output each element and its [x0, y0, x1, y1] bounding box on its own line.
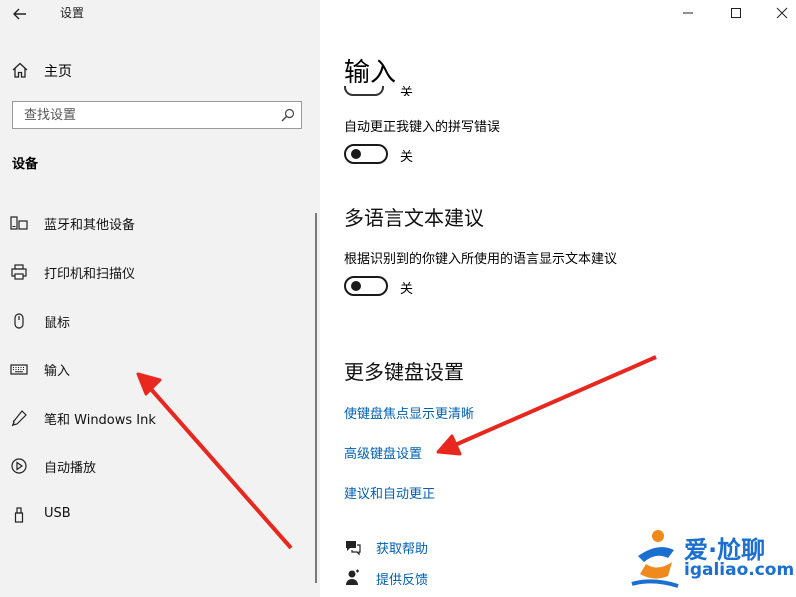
watermark-logo-icon [631, 530, 679, 588]
search-input[interactable] [13, 102, 274, 128]
keyboard-focus-link[interactable]: 使键盘焦点显示更清晰 [344, 403, 474, 422]
minimize-icon [683, 12, 693, 14]
app-title: 设置 [60, 6, 85, 20]
minimize-button[interactable] [668, 0, 708, 26]
mouse-icon [14, 313, 24, 329]
sidebar-item-label: 主页 [44, 64, 72, 80]
sidebar-item-bluetooth[interactable]: 蓝牙和其他设备 [0, 206, 312, 240]
multilingual-label: 根据识别到的你键入所使用的语言显示文本建议 [344, 252, 618, 267]
sidebar-item-autoplay[interactable]: 自动播放 [0, 449, 312, 483]
partial-toggle-switch[interactable] [344, 86, 386, 98]
close-button[interactable] [762, 0, 796, 26]
close-icon [776, 7, 788, 19]
watermark: 爱·尬聊 igaliao.com [628, 524, 796, 594]
sidebar-item-label: 输入 [44, 364, 71, 379]
feedback-label: 提供反馈 [376, 573, 429, 588]
sidebar: 设置 主页 设备 蓝牙和其他设备 打印机和扫描仪 [0, 0, 320, 597]
autocorrect-label: 自动更正我键入的拼写错误 [344, 120, 501, 135]
sidebar-item-mouse[interactable]: 鼠标 [0, 304, 312, 338]
suggestions-autocorrect-link[interactable]: 建议和自动更正 [344, 483, 435, 502]
maximize-button[interactable] [716, 0, 756, 26]
sidebar-item-label: USB [44, 506, 71, 521]
sidebar-item-label: 蓝牙和其他设备 [44, 218, 136, 233]
home-icon [12, 62, 28, 78]
multilingual-toggle[interactable] [344, 276, 388, 296]
advanced-keyboard-settings-link[interactable]: 高级键盘设置 [344, 443, 422, 462]
pen-icon [11, 410, 27, 427]
usb-icon [14, 507, 24, 523]
partial-toggle-state: 关 [400, 86, 414, 96]
get-help-label: 获取帮助 [376, 542, 429, 557]
sidebar-item-typing[interactable]: 输入 [0, 352, 312, 386]
back-button[interactable] [6, 0, 34, 28]
sidebar-item-label: 打印机和扫描仪 [44, 267, 136, 282]
keyboard-icon [10, 364, 28, 375]
feedback-icon [346, 569, 359, 585]
watermark-url: igaliao.com [684, 560, 795, 580]
search-box[interactable] [12, 101, 302, 129]
sidebar-scrollbar[interactable] [315, 213, 317, 583]
autocorrect-toggle[interactable] [344, 144, 388, 164]
title-bar: 设置 [0, 0, 320, 32]
back-arrow-icon [13, 8, 26, 20]
autoplay-icon [11, 458, 27, 474]
page-title: 输入 [344, 58, 397, 88]
sidebar-item-label: 鼠标 [44, 316, 71, 331]
help-chat-icon [346, 541, 361, 556]
sidebar-item-label: 自动播放 [44, 461, 97, 476]
section-heading-devices: 设备 [12, 157, 39, 172]
main-content: 输入 关 自动更正我键入的拼写错误 关 多语言文本建议 根据识别到的你键入所使用… [320, 0, 796, 597]
more-keyboard-section-title: 更多键盘设置 [344, 360, 464, 384]
multilingual-state: 关 [400, 282, 414, 297]
bluetooth-devices-icon [10, 216, 28, 230]
maximize-icon [731, 8, 741, 18]
multilingual-section-title: 多语言文本建议 [344, 206, 484, 230]
sidebar-item-pen[interactable]: 笔和 Windows Ink [0, 401, 312, 435]
sidebar-item-printers[interactable]: 打印机和扫描仪 [0, 255, 312, 289]
autocorrect-state: 关 [400, 150, 414, 165]
sidebar-item-usb[interactable]: USB [0, 498, 312, 532]
sidebar-item-home[interactable]: 主页 [0, 54, 320, 86]
search-icon[interactable] [280, 107, 296, 123]
sidebar-item-label: 笔和 Windows Ink [44, 413, 156, 428]
printer-icon [11, 264, 27, 280]
